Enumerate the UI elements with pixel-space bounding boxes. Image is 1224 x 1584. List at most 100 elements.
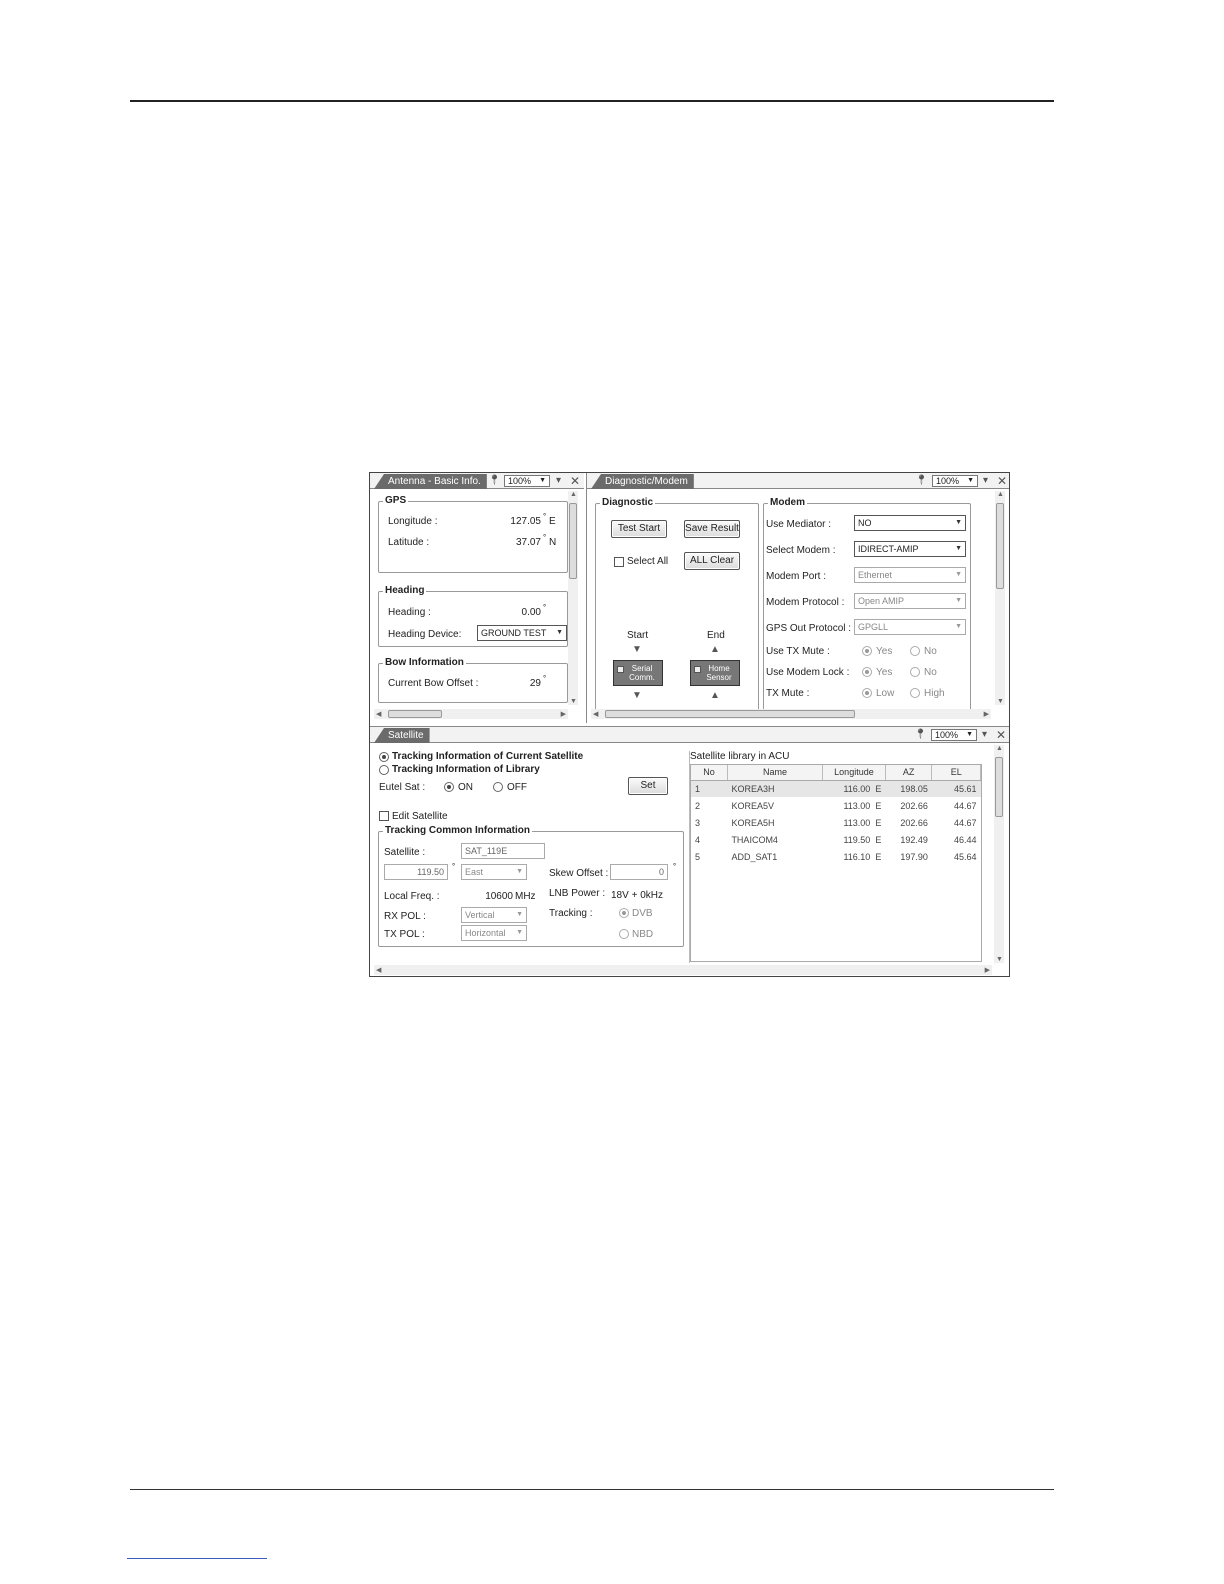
skew-offset-input[interactable]: 0 [610, 864, 668, 880]
off-label: OFF [507, 782, 527, 793]
satellite-vertical-scrollbar[interactable]: ▲ ▼ [994, 745, 1004, 963]
test-start-button[interactable]: Test Start [611, 520, 667, 538]
scroll-right-icon[interactable]: ▶ [984, 710, 989, 718]
close-icon[interactable]: ✕ [997, 474, 1007, 488]
scroll-right-icon[interactable]: ▶ [561, 710, 566, 718]
table-row[interactable]: 5 ADD_SAT1 116.10 E 197.90 45.64 [691, 848, 981, 865]
column-header-az[interactable]: AZ [885, 765, 933, 781]
satellite-pane: Satellite 📍︎ 100% ▼ ▾ ✕ Tracking Informat… [370, 726, 1009, 976]
select-modem-select[interactable]: IDIRECT-AMIP ▼ [854, 541, 966, 557]
tab-satellite[interactable]: Satellite [374, 728, 430, 743]
satellite-zoom-select[interactable]: 100% ▼ [931, 729, 977, 741]
scroll-right-icon[interactable]: ▶ [985, 966, 990, 974]
home-sensor-step[interactable]: Home Sensor [690, 660, 740, 686]
set-button[interactable]: Set [628, 777, 668, 795]
step-checkbox[interactable] [617, 666, 624, 673]
scroll-thumb[interactable] [388, 710, 442, 718]
column-header-name[interactable]: Name [727, 765, 824, 781]
chevron-down-icon: ▼ [955, 571, 962, 578]
scroll-up-icon[interactable]: ▲ [997, 491, 1004, 498]
pin-icon[interactable]: 📍︎ [914, 728, 927, 742]
heading-device-select[interactable]: GROUND TEST ▼ [477, 625, 567, 641]
tx-mute-high-radio[interactable] [910, 688, 920, 698]
longitude-direction-select[interactable]: East ▼ [461, 864, 527, 880]
antenna-horizontal-scrollbar[interactable]: ◀ ▶ [374, 709, 568, 719]
use-modem-lock-yes-radio[interactable] [862, 667, 872, 677]
nbd-label: NBD [632, 929, 654, 940]
eutel-on-radio[interactable] [444, 782, 454, 792]
step-checkbox[interactable] [694, 666, 701, 673]
all-clear-button[interactable]: ALL Clear [684, 552, 740, 570]
close-icon[interactable]: ✕ [570, 474, 580, 488]
scroll-left-icon[interactable]: ◀ [376, 966, 381, 974]
scroll-down-icon[interactable]: ▼ [997, 698, 1004, 705]
table-row[interactable]: 4 THAICOM4 119.50 E 192.49 46.44 [691, 831, 981, 848]
tracking-nbd-radio[interactable] [619, 929, 629, 939]
modem-port-select[interactable]: Ethernet ▼ [854, 567, 966, 583]
antenna-zoom-select[interactable]: 100% ▼ [504, 475, 550, 487]
chevron-down-icon: ▼ [955, 623, 962, 630]
pin-icon[interactable]: 📍︎ [488, 474, 501, 488]
tx-pol-select[interactable]: Horizontal ▼ [461, 925, 527, 941]
bow-title: Bow Information [383, 657, 466, 668]
diagnostic-vertical-scrollbar[interactable]: ▲ ▼ [995, 491, 1005, 705]
close-icon[interactable]: ✕ [996, 728, 1006, 742]
tab-diagnostic-modem[interactable]: Diagnostic/Modem [591, 474, 694, 489]
select-all-checkbox[interactable] [614, 557, 624, 567]
mhz-unit: MHz [515, 891, 536, 902]
table-row[interactable]: 1 KOREA3H 116.00 E 198.05 45.61 [691, 780, 981, 797]
gps-group: GPS Longitude : 127.05 ° E Latitude : 37… [378, 495, 568, 573]
current-satellite-radio[interactable] [379, 752, 389, 762]
scroll-left-icon[interactable]: ◀ [376, 710, 381, 718]
use-tx-mute-yes-radio[interactable] [862, 646, 872, 656]
save-result-button[interactable]: Save Result [684, 520, 740, 538]
scroll-thumb[interactable] [605, 710, 855, 718]
library-radio[interactable] [379, 765, 389, 775]
scroll-thumb[interactable] [569, 503, 577, 579]
menu-dropdown-icon[interactable]: ▾ [982, 728, 987, 742]
tab-antenna-basic-info[interactable]: Antenna - Basic Info. [374, 474, 487, 489]
scroll-up-icon[interactable]: ▲ [996, 745, 1003, 752]
antenna-vertical-scrollbar[interactable]: ▲ ▼ [568, 491, 578, 705]
tracking-dvb-radio[interactable] [619, 908, 629, 918]
scroll-up-icon[interactable]: ▲ [570, 491, 577, 498]
home-sensor-label: Home Sensor [706, 664, 732, 682]
table-header-row: No Name Longitude AZ EL [691, 765, 981, 781]
column-header-longitude[interactable]: Longitude [822, 765, 886, 781]
scroll-left-icon[interactable]: ◀ [593, 710, 598, 718]
satellite-horizontal-scrollbar[interactable]: ◀ ▶ [374, 965, 992, 975]
serial-comm-step[interactable]: Serial Comm. [613, 660, 663, 686]
scroll-thumb[interactable] [996, 503, 1004, 589]
satellite-label: Satellite : [384, 847, 426, 858]
scroll-thumb[interactable] [995, 757, 1003, 817]
use-modem-lock-no-radio[interactable] [910, 667, 920, 677]
footer-link-underline[interactable] [127, 1558, 267, 1559]
column-header-no[interactable]: No [691, 765, 728, 781]
use-mediator-select[interactable]: NO ▼ [854, 515, 966, 531]
tx-mute-low-radio[interactable] [862, 688, 872, 698]
rx-pol-label: RX POL : [384, 911, 426, 922]
eutel-off-radio[interactable] [493, 782, 503, 792]
gps-out-protocol-select[interactable]: GPGLL ▼ [854, 619, 966, 635]
start-label: Start [627, 630, 649, 641]
diagnostic-zoom-select[interactable]: 100% ▼ [932, 475, 978, 487]
table-row[interactable]: 2 KOREA5V 113.00 E 202.66 44.67 [691, 797, 981, 814]
pin-icon[interactable]: 📍︎ [915, 474, 928, 488]
scroll-down-icon[interactable]: ▼ [996, 956, 1003, 963]
menu-dropdown-icon[interactable]: ▾ [556, 474, 561, 488]
chevron-down-icon: ▼ [516, 911, 523, 918]
rx-pol-select[interactable]: Vertical ▼ [461, 907, 527, 923]
modem-title: Modem [768, 497, 807, 508]
satellite-name-input[interactable]: SAT_119E [461, 843, 545, 859]
use-tx-mute-no-radio[interactable] [910, 646, 920, 656]
column-header-el[interactable]: EL [931, 765, 981, 781]
diagnostic-horizontal-scrollbar[interactable]: ◀ ▶ [591, 709, 991, 719]
cell-az: 192.49 [900, 834, 928, 845]
satellite-longitude-input[interactable]: 119.50 [384, 864, 448, 880]
scroll-down-icon[interactable]: ▼ [570, 698, 577, 705]
menu-dropdown-icon[interactable]: ▾ [983, 474, 988, 488]
modem-protocol-select[interactable]: Open AMIP ▼ [854, 593, 966, 609]
table-row[interactable]: 3 KOREA5H 113.00 E 202.66 44.67 [691, 814, 981, 831]
satellite-library-title: Satellite library in ACU [690, 751, 790, 762]
edit-satellite-checkbox[interactable] [379, 811, 389, 821]
